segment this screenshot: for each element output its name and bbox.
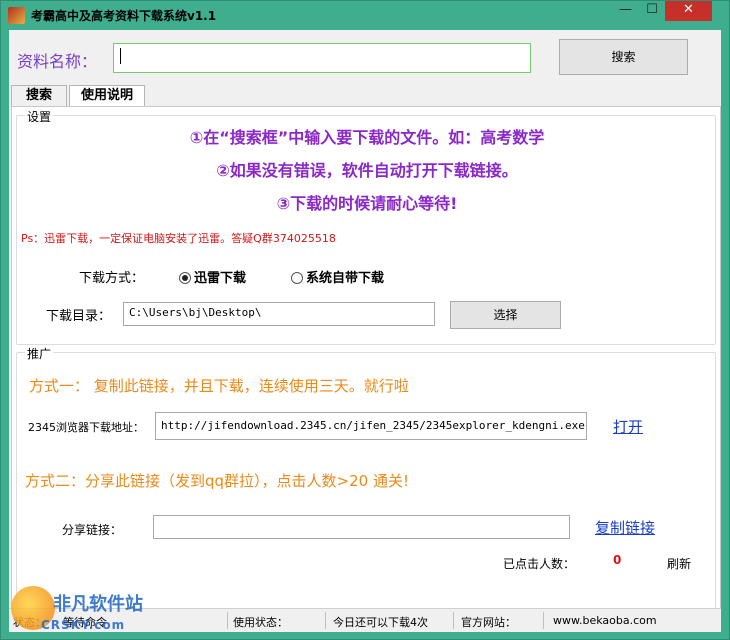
watermark-sub: CRSKY.com	[41, 618, 126, 632]
minimize-button[interactable]: —	[612, 1, 639, 21]
tab-panel: 设置 ①在“搜索框”中输入要下载的文件。如：高考数学 ②如果没有错误，软件自动打…	[11, 106, 721, 629]
settings-legend: 设置	[25, 108, 54, 125]
use-status-value: 今日还可以下载4次	[333, 616, 428, 629]
search-input[interactable]	[113, 43, 531, 73]
instruction-3: ③下载的时候请耐心等待!	[276, 194, 458, 213]
download-dir-label: 下载目录：	[46, 309, 112, 324]
promo-group: 推广 方式一： 复制此链接，并且下载，连续使用三天。就行啦 2345浏览器下载地…	[16, 345, 716, 614]
app-icon	[8, 7, 25, 24]
watermark: 非凡软件站 CRSKY.com	[1, 576, 171, 638]
client-area: 资料名称： 搜索 搜索 使用说明 设置 ①在“搜索框”中输入要下载的文件。如：高…	[9, 30, 721, 632]
browser-url-label: 2345浏览器下载地址：	[28, 421, 144, 434]
window-title: 考霸高中及高考资料下载系统v1.1	[31, 9, 217, 23]
way2-text: 方式二：分享此链接（发到qq群拉），点击人数>20 通关!	[25, 472, 409, 490]
download-method-label: 下载方式：	[79, 271, 145, 286]
radio-unselected-icon	[291, 272, 303, 284]
refresh-link[interactable]: 刷新	[667, 555, 691, 572]
title-bar: 考霸高中及高考资料下载系统v1.1 — ☐ ✕	[1, 1, 729, 30]
radio-thunder[interactable]: 迅雷下载	[179, 267, 246, 286]
status-divider	[227, 612, 228, 629]
radio-thunder-label: 迅雷下载	[194, 271, 247, 286]
radio-system-label: 系统自带下载	[306, 271, 385, 286]
text-caret	[120, 48, 121, 64]
browser-url-field[interactable]: http://jifendownload.2345.cn/jifen_2345/…	[155, 412, 587, 440]
tab-search[interactable]: 搜索	[11, 85, 67, 107]
clicks-label: 已点击人数：	[503, 557, 576, 571]
tab-instructions[interactable]: 使用说明	[69, 85, 145, 108]
share-link-label: 分享链接：	[62, 523, 123, 537]
site-label: 官方网站：	[461, 616, 516, 629]
search-button[interactable]: 搜索	[559, 39, 688, 75]
watermark-name: 非凡软件站	[53, 594, 143, 615]
instruction-1: ①在“搜索框”中输入要下载的文件。如：高考数学	[189, 128, 545, 147]
use-status-label: 使用状态：	[233, 616, 288, 629]
status-divider	[543, 612, 544, 629]
maximize-button[interactable]: ☐	[639, 1, 665, 21]
ps-note: Ps：迅雷下载，一定保证电脑安装了迅雷。答疑Q群374025518	[21, 232, 336, 245]
status-divider	[453, 612, 454, 629]
way1-text: 方式一： 复制此链接，并且下载，连续使用三天。就行啦	[29, 377, 409, 395]
app-window: 考霸高中及高考资料下载系统v1.1 — ☐ ✕ 资料名称： 搜索 搜索 使用说明…	[0, 0, 730, 640]
site-value: www.bekaoba.com	[553, 614, 657, 627]
status-divider	[325, 612, 326, 629]
copy-link[interactable]: 复制链接	[595, 517, 655, 538]
promo-legend: 推广	[25, 345, 54, 362]
open-link[interactable]: 打开	[613, 416, 643, 437]
close-button[interactable]: ✕	[665, 1, 712, 21]
share-link-field[interactable]	[153, 515, 570, 539]
radio-system[interactable]: 系统自带下载	[291, 267, 384, 286]
download-dir-field[interactable]: C:\Users\bj\Desktop\	[123, 302, 435, 326]
clicks-count: 0	[613, 553, 622, 567]
settings-group: 设置 ①在“搜索框”中输入要下载的文件。如：高考数学 ②如果没有错误，软件自动打…	[16, 108, 716, 345]
radio-selected-icon	[179, 272, 191, 284]
instruction-2: ②如果没有错误，软件自动打开下载链接。	[216, 161, 518, 180]
choose-dir-button[interactable]: 选择	[450, 301, 561, 329]
search-label: 资料名称：	[17, 52, 98, 71]
